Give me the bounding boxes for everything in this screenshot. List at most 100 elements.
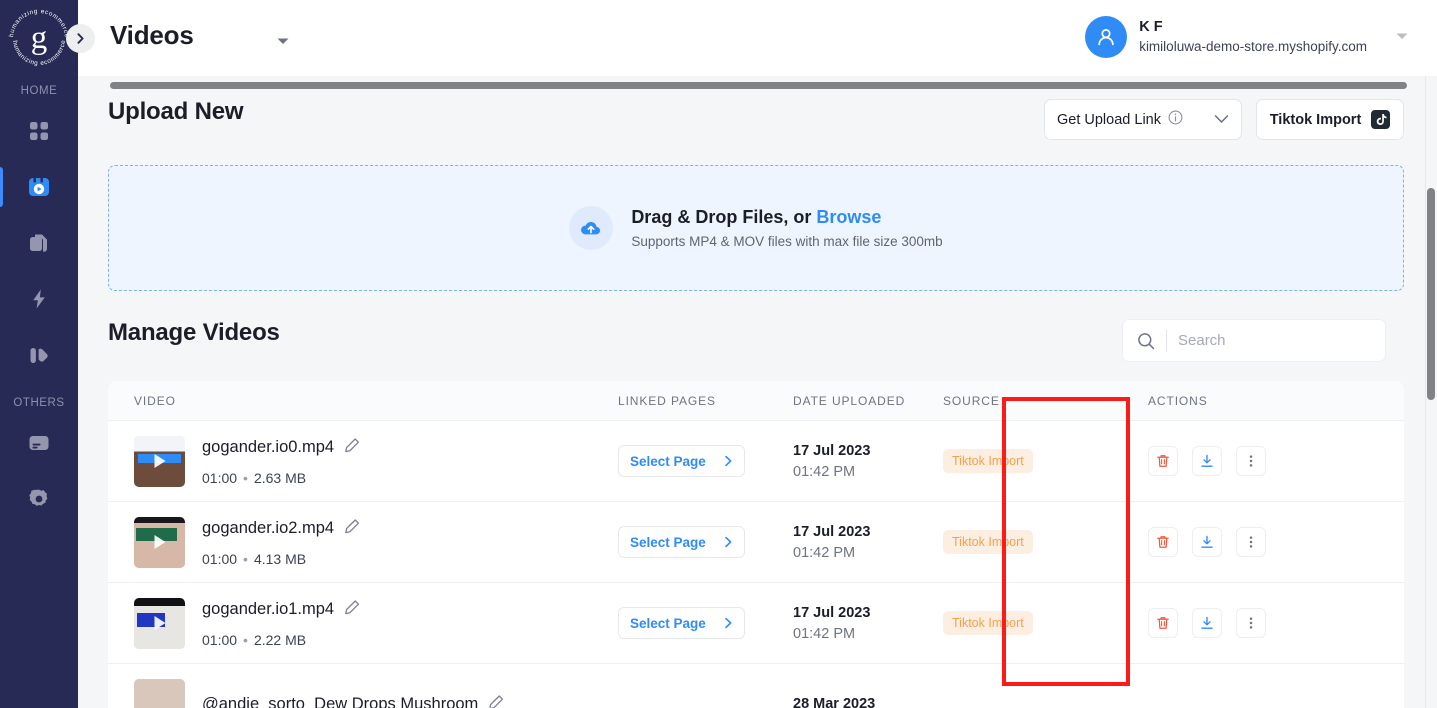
source-badge: Tiktok Import (943, 449, 1033, 473)
user-menu[interactable]: K F kimiloluwa-demo-store.myshopify.com (1085, 16, 1409, 58)
analytics-icon (30, 348, 48, 363)
chevron-right-icon (724, 617, 732, 629)
sidebar-item-settings[interactable] (0, 471, 78, 527)
tiktok-import-button[interactable]: Tiktok Import (1256, 99, 1404, 140)
top-bar: Videos K F kimiloluwa-demo-store.myshopi… (66, 0, 1437, 76)
horizontal-scrollbar[interactable] (110, 82, 1407, 89)
more-options-button[interactable] (1236, 608, 1266, 638)
video-duration: 01:00 (202, 470, 238, 486)
actions-cell (1148, 608, 1358, 638)
page-title-dropdown[interactable] (276, 33, 290, 51)
page-title: Videos (110, 20, 194, 50)
video-cell: gogander.io1.mp4 01:00 • 2.22 MB (108, 597, 618, 649)
video-name: @andie_sorto_Dew Drops Mushroom (202, 694, 479, 708)
source-badge: Tiktok Import (943, 530, 1033, 554)
kebab-menu-icon (1249, 455, 1253, 467)
upload-date: 17 Jul 2023 (793, 442, 871, 459)
video-size: 2.63 MB (253, 470, 307, 486)
sidebar-expand-button[interactable] (66, 24, 95, 53)
video-thumbnail[interactable] (134, 597, 185, 649)
main-content: Upload New Get Upload Link Tiktok Import (78, 76, 1437, 708)
user-menu-caret[interactable] (1395, 28, 1409, 46)
get-upload-link-button[interactable]: Get Upload Link (1044, 99, 1242, 140)
sidebar-item-videos[interactable] (0, 159, 78, 215)
tiktok-import-label: Tiktok Import (1269, 111, 1362, 128)
upload-time: 01:42 PM (793, 544, 856, 561)
actions-cell (1148, 446, 1358, 476)
search-box[interactable] (1122, 319, 1386, 362)
edit-icon[interactable] (344, 598, 361, 620)
column-header-date-uploaded: DATE UPLOADED (793, 393, 906, 408)
table-row[interactable]: gogander.io1.mp4 01:00 • 2.22 MB Select Pa… (108, 583, 1404, 664)
file-dropzone[interactable]: Drag & Drop Files, or Browse Supports MP… (108, 165, 1404, 291)
select-page-button[interactable]: Select Page (618, 445, 745, 477)
upload-date: 17 Jul 2023 (793, 604, 871, 621)
more-options-button[interactable] (1236, 527, 1266, 557)
chevron-right-icon (724, 455, 732, 467)
table-row[interactable]: gogander.io2.mp4 01:00 • 4.13 MB Select Pa… (108, 502, 1404, 583)
search-icon (1138, 332, 1155, 349)
play-icon (154, 454, 165, 468)
grid-icon (30, 122, 48, 140)
date-uploaded-cell: 28 Mar 2023 (793, 696, 943, 708)
search-input[interactable] (1178, 332, 1368, 349)
delete-button[interactable] (1148, 527, 1178, 557)
video-thumbnail[interactable] (134, 435, 185, 487)
edit-icon[interactable] (344, 517, 361, 539)
sidebar-item-automations[interactable] (0, 271, 78, 327)
linked-pages-cell: Select Page (618, 445, 793, 477)
video-cell: @andie_sorto_Dew Drops Mushroom (108, 678, 618, 708)
delete-button[interactable] (1148, 608, 1178, 638)
select-page-button[interactable]: Select Page (618, 526, 745, 558)
video-thumbnail[interactable] (134, 516, 185, 568)
video-duration: 01:00 (202, 551, 238, 567)
chevron-down-icon (277, 38, 289, 44)
download-button[interactable] (1192, 608, 1222, 638)
video-name: gogander.io0.mp4 (202, 437, 335, 456)
trash-icon (1157, 536, 1169, 548)
sidebar-item-analytics[interactable] (0, 327, 78, 383)
select-page-label: Select Page (630, 534, 706, 550)
app-logo[interactable]: humanizing ecommerce humanizing ecommerc… (7, 7, 71, 71)
person-icon (1098, 29, 1114, 46)
upload-time: 01:42 PM (793, 625, 856, 642)
select-page-button[interactable]: Select Page (618, 607, 745, 639)
table-row[interactable]: gogander.io0.mp4 01:00 • 2.63 MB Select Pa… (108, 421, 1404, 502)
dropzone-sub-text: Supports MP4 & MOV files with max file s… (631, 234, 943, 249)
linked-pages-cell: Select Page (618, 526, 793, 558)
play-icon (154, 616, 165, 630)
edit-icon[interactable] (488, 693, 505, 708)
video-meta: 01:00 • 4.13 MB (202, 551, 307, 567)
info-icon[interactable] (1168, 110, 1183, 130)
upload-section-heading: Upload New (108, 98, 244, 125)
download-button[interactable] (1192, 446, 1222, 476)
videos-table: VIDEO LINKED PAGES DATE UPLOADED SOURCE … (108, 381, 1404, 708)
edit-icon[interactable] (344, 436, 361, 458)
video-name: gogander.io1.mp4 (202, 599, 335, 618)
delete-button[interactable] (1148, 446, 1178, 476)
vertical-scrollbar[interactable] (1425, 76, 1437, 708)
lightning-icon (33, 289, 45, 309)
video-meta: 01:00 • 2.63 MB (202, 470, 307, 486)
user-name: K F (1139, 19, 1163, 36)
browse-link[interactable]: Browse (816, 207, 881, 227)
video-duration: 01:00 (202, 632, 238, 648)
video-cell: gogander.io0.mp4 01:00 • 2.63 MB (108, 435, 618, 487)
video-size: 4.13 MB (253, 551, 307, 567)
more-options-button[interactable] (1236, 446, 1266, 476)
table-row[interactable]: @andie_sorto_Dew Drops Mushroom 28 Mar 2… (108, 664, 1404, 708)
cloud-upload-icon (569, 206, 614, 250)
chevron-right-icon (77, 33, 84, 44)
sidebar-item-pages[interactable] (0, 215, 78, 271)
sidebar-item-dashboard[interactable] (0, 103, 78, 159)
sidebar-item-billing[interactable] (0, 415, 78, 471)
card-icon (29, 436, 49, 450)
download-button[interactable] (1192, 527, 1222, 557)
kebab-menu-icon (1249, 617, 1253, 629)
trash-icon (1157, 455, 1169, 467)
video-meta: 01:00 • 2.22 MB (202, 632, 307, 648)
table-header-row: VIDEO LINKED PAGES DATE UPLOADED SOURCE … (108, 381, 1404, 421)
video-cell: gogander.io2.mp4 01:00 • 4.13 MB (108, 516, 618, 568)
vertical-scrollbar-thumb[interactable] (1427, 188, 1435, 400)
video-thumbnail[interactable] (134, 678, 185, 708)
